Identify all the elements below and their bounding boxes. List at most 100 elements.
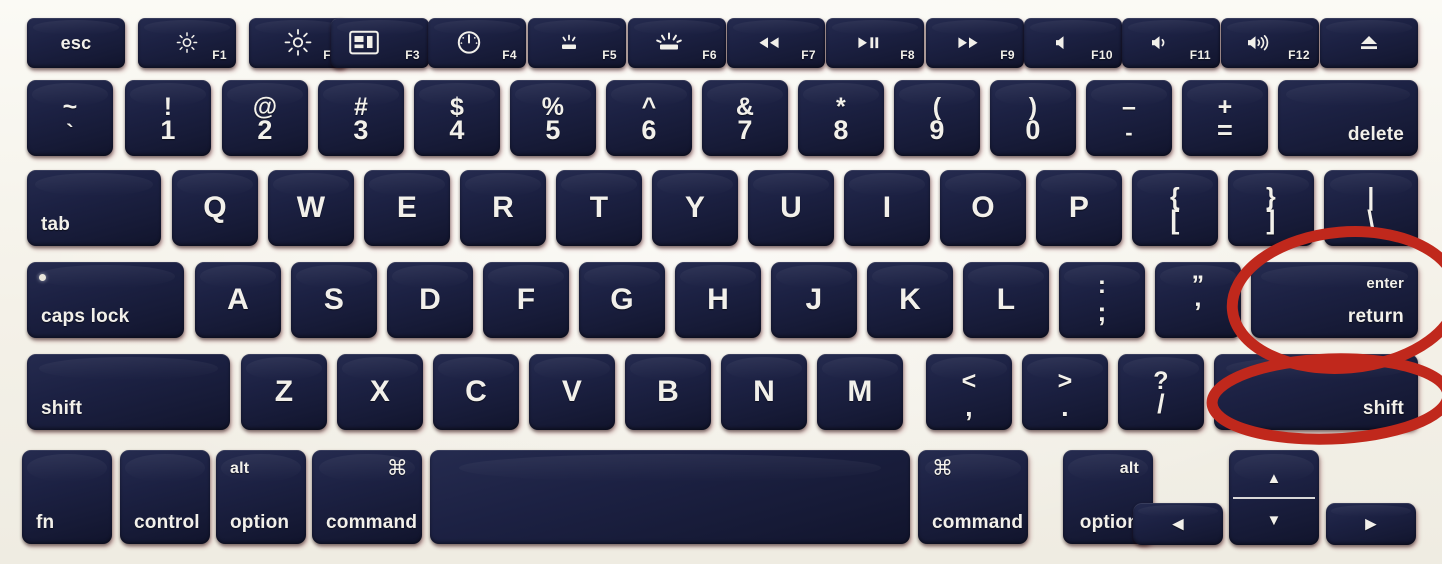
rewind-icon (727, 36, 811, 50)
key-backtick[interactable]: ~ ` (27, 80, 113, 156)
key-delete-label: delete (1347, 124, 1404, 145)
key-f12[interactable]: F12 (1221, 18, 1319, 68)
key-backtick-bottom: ` (66, 119, 74, 145)
key-v-label: V (561, 375, 583, 408)
key-2[interactable]: @ 2 (222, 80, 308, 156)
key-fn-label: fn (36, 512, 55, 533)
key-period[interactable]: > . (1022, 354, 1108, 430)
key-arrow-right[interactable]: ▶ (1326, 503, 1416, 545)
key-f11-fnlabel: F11 (1189, 48, 1211, 62)
key-control[interactable]: control (120, 450, 210, 544)
key-y[interactable]: Y (652, 170, 738, 246)
key-7[interactable]: & 7 (702, 80, 788, 156)
key-q[interactable]: Q (172, 170, 258, 246)
key-f1[interactable]: F1 (138, 18, 236, 68)
key-5[interactable]: % 5 (510, 80, 596, 156)
key-9[interactable]: ( 9 (894, 80, 980, 156)
key-w-label: W (296, 191, 326, 224)
key-u[interactable]: U (748, 170, 834, 246)
key-e[interactable]: E (364, 170, 450, 246)
key-h[interactable]: H (675, 262, 761, 338)
key-8[interactable]: * 8 (798, 80, 884, 156)
key-f7[interactable]: F7 (727, 18, 825, 68)
arrow-down-icon: ▼ (1266, 511, 1282, 529)
key-o[interactable]: O (940, 170, 1026, 246)
eject-icon (1320, 34, 1418, 52)
key-quote[interactable]: ” ’ (1155, 262, 1241, 338)
key-b[interactable]: B (625, 354, 711, 430)
key-slash[interactable]: ? / (1118, 354, 1204, 430)
key-f[interactable]: F (483, 262, 569, 338)
key-m[interactable]: M (817, 354, 903, 430)
key-backtick-top: ~ (62, 93, 78, 122)
key-minus-bottom: - (1125, 119, 1133, 145)
key-k[interactable]: K (867, 262, 953, 338)
key-space[interactable] (430, 450, 910, 544)
key-p[interactable]: P (1036, 170, 1122, 246)
key-g[interactable]: G (579, 262, 665, 338)
key-shift-left[interactable]: shift (27, 354, 230, 430)
key-v[interactable]: V (529, 354, 615, 430)
key-tab[interactable]: tab (27, 170, 161, 246)
arrow-up-icon: ▲ (1266, 469, 1282, 487)
key-f11[interactable]: F11 (1122, 18, 1220, 68)
key-0[interactable]: ) 0 (990, 80, 1076, 156)
key-equals[interactable]: + = (1182, 80, 1268, 156)
key-return-label: return (1347, 306, 1404, 327)
caps-lock-led-icon (39, 274, 46, 281)
key-backslash[interactable]: | \ (1324, 170, 1418, 246)
key-4[interactable]: $ 4 (414, 80, 500, 156)
key-bracket-right-bottom: ] (1266, 204, 1276, 235)
key-semicolon-top: : (1097, 270, 1107, 299)
key-eject[interactable] (1320, 18, 1418, 68)
key-command-right[interactable]: ⌘ command (918, 450, 1028, 544)
key-t[interactable]: T (556, 170, 642, 246)
key-shift-right[interactable]: shift (1214, 354, 1418, 430)
key-period-bottom: . (1061, 391, 1069, 422)
key-option-left[interactable]: alt option (216, 450, 306, 544)
key-2-bottom: 2 (257, 114, 273, 145)
key-n[interactable]: N (721, 354, 807, 430)
key-f9-fnlabel: F9 (1000, 48, 1015, 62)
key-1[interactable]: ! 1 (125, 80, 211, 156)
key-a[interactable]: A (195, 262, 281, 338)
key-6[interactable]: ^ 6 (606, 80, 692, 156)
key-minus[interactable]: – - (1086, 80, 1172, 156)
key-z[interactable]: Z (241, 354, 327, 430)
key-i-label: I (882, 191, 892, 224)
key-f4[interactable]: F4 (428, 18, 526, 68)
key-semicolon[interactable]: : ; (1059, 262, 1145, 338)
key-r[interactable]: R (460, 170, 546, 246)
key-i[interactable]: I (844, 170, 930, 246)
key-l[interactable]: L (963, 262, 1049, 338)
key-delete[interactable]: delete (1278, 80, 1418, 156)
keyboard: esc F1 F3 F4 F5 F6 F7 F8 F9 F10 F11 F12 … (0, 0, 1442, 564)
key-arrow-up-down-pair[interactable]: ▲ ▼ (1229, 450, 1319, 545)
key-bracket-right[interactable]: } ] (1228, 170, 1314, 246)
key-f8[interactable]: F8 (826, 18, 924, 68)
key-f3[interactable]: F3 (331, 18, 429, 68)
key-w[interactable]: W (268, 170, 354, 246)
key-f10[interactable]: F10 (1024, 18, 1122, 68)
key-caps-lock[interactable]: caps lock (27, 262, 184, 338)
key-f6[interactable]: F6 (628, 18, 726, 68)
key-esc[interactable]: esc (27, 18, 125, 68)
key-f5[interactable]: F5 (528, 18, 626, 68)
key-return[interactable]: enter return (1251, 262, 1418, 338)
key-arrow-left[interactable]: ◀ (1133, 503, 1223, 545)
key-comma[interactable]: < , (926, 354, 1012, 430)
key-0-bottom: 0 (1025, 114, 1041, 145)
command-glyph-icon: ⌘ (386, 457, 408, 480)
key-command-left[interactable]: ⌘ command (312, 450, 422, 544)
key-c[interactable]: C (433, 354, 519, 430)
key-d[interactable]: D (387, 262, 473, 338)
key-bracket-left[interactable]: { [ (1132, 170, 1218, 246)
key-f-label: F (516, 283, 536, 316)
key-3[interactable]: # 3 (318, 80, 404, 156)
key-s[interactable]: S (291, 262, 377, 338)
key-fn[interactable]: fn (22, 450, 112, 544)
key-x[interactable]: X (337, 354, 423, 430)
key-j[interactable]: J (771, 262, 857, 338)
key-f9[interactable]: F9 (926, 18, 1024, 68)
key-f5-fnlabel: F5 (602, 48, 617, 62)
